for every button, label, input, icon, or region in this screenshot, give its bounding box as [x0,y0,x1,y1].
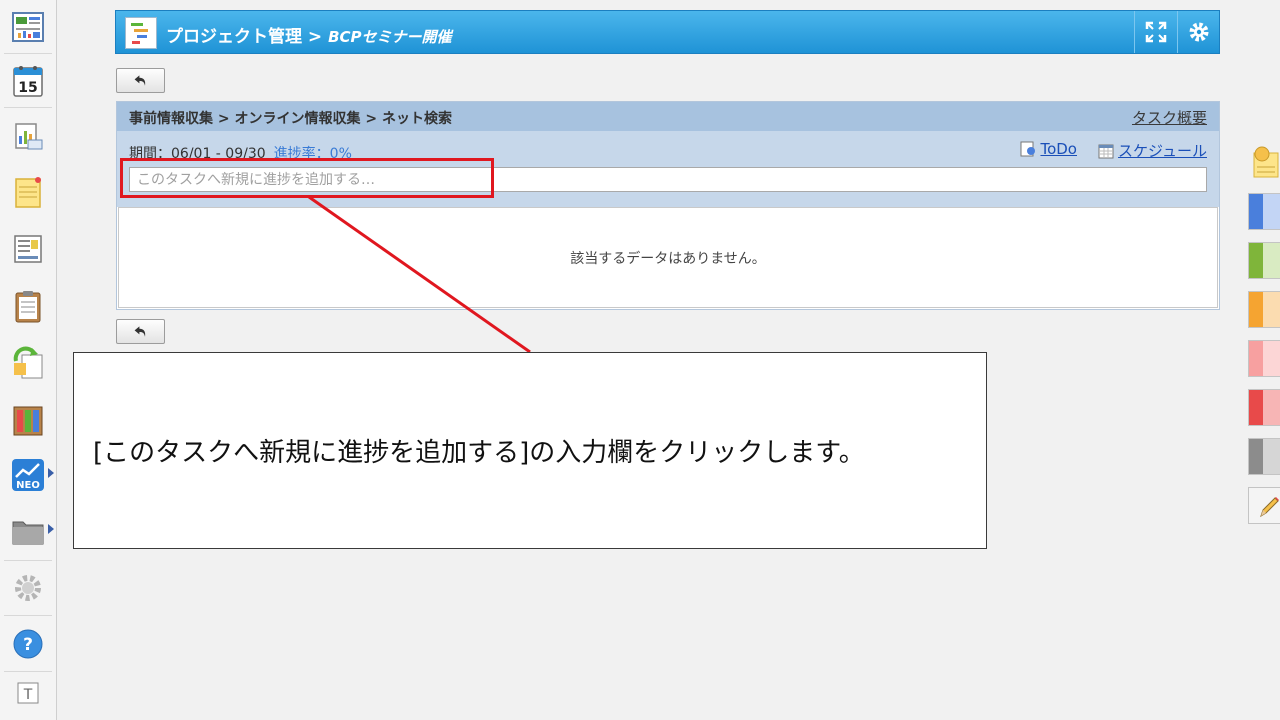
title-separator: > [302,27,329,47]
folder-icon[interactable] [9,512,47,550]
app-title: プロジェクト管理 [166,27,302,47]
cabinet-icon[interactable] [9,401,47,439]
settings-button[interactable] [1177,11,1219,53]
back-button[interactable] [116,68,165,93]
svg-text:NEO: NEO [16,480,40,491]
project-name: BCPセミナー開催 [328,28,452,46]
workflow-icon[interactable] [9,344,47,382]
back-button[interactable] [116,319,165,344]
bulletin-icon[interactable] [9,230,47,268]
project-app-icon [125,17,157,49]
expand-arrow-icon[interactable] [48,524,54,534]
highlight-box [120,158,494,198]
portal-icon[interactable] [9,8,47,46]
schedule-link[interactable]: スケジュール [1097,140,1207,161]
memo-icon[interactable] [9,173,47,211]
color-tab-pink[interactable] [1248,340,1280,377]
instruction-callout: [このタスクへ新規に進捗を追加する]の入力欄をクリックします。 [73,352,987,549]
facility-icon[interactable] [9,117,47,155]
fullscreen-button[interactable] [1134,11,1176,53]
color-tab-green[interactable] [1248,242,1280,279]
color-tab-orange[interactable] [1248,291,1280,328]
expand-arrow-icon[interactable] [48,468,54,478]
instruction-text: [このタスクへ新規に進捗を追加する]の入力欄をクリックします。 [93,438,865,468]
svg-text:?: ? [23,635,33,655]
pencil-icon[interactable] [1248,487,1280,524]
todo-link[interactable]: ToDo [1019,140,1077,158]
page-title: プロジェクト管理 > BCPセミナー開催 [166,22,452,47]
empty-message: 該当するデータはありません。 [570,251,766,267]
text-size-icon[interactable]: T [9,674,47,712]
color-tab-blue[interactable] [1248,193,1280,230]
back-arrow-icon [134,74,145,86]
todo-icon [1020,141,1036,157]
help-icon[interactable]: ? [9,625,47,663]
calendar-small-icon [1098,144,1114,158]
expand-icon [1145,21,1166,43]
color-tab-gray[interactable] [1248,438,1280,475]
task-overview-link[interactable]: タスク概要 [1132,107,1207,128]
project-neo-icon[interactable]: NEO [9,456,47,494]
sticky-note-icon[interactable] [1248,145,1280,182]
task-panel: 事前情報収集 > オンライン情報収集 > ネット検索 タスク概要 期間：06/0… [116,101,1220,310]
progress-list: 該当するデータはありません。 [118,207,1218,308]
back-arrow-icon [134,325,145,337]
svg-text:T: T [23,687,33,703]
settings-gear-icon[interactable] [9,569,47,607]
task-breadcrumb: 事前情報収集 > オンライン情報収集 > ネット検索 [129,111,452,127]
app-titlebar: プロジェクト管理 > BCPセミナー開催 [115,10,1220,54]
svg-text:15: 15 [18,80,37,96]
todo-link-label: ToDo [1040,140,1077,158]
task-header: 事前情報収集 > オンライン情報収集 > ネット検索 タスク概要 [117,102,1219,131]
color-tab-red[interactable] [1248,389,1280,426]
app-sidebar: 15 NEO ? T [0,0,57,720]
schedule-link-label: スケジュール [1118,142,1207,160]
clipboard-icon[interactable] [9,287,47,325]
calendar-icon[interactable]: 15 [9,62,47,100]
gear-icon [1189,22,1208,42]
